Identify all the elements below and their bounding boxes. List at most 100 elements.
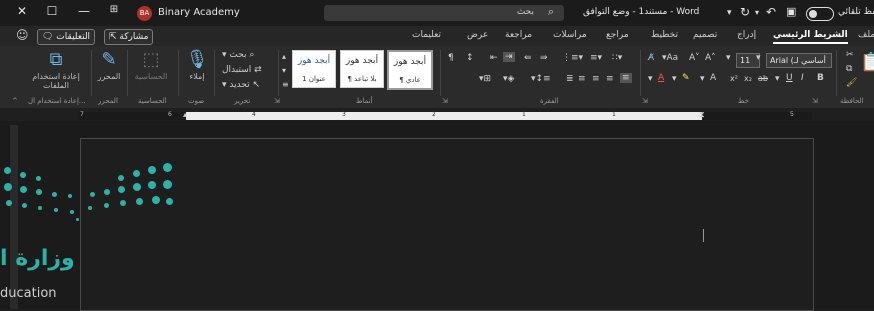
borders-icon[interactable]: ▾⊞ bbox=[479, 74, 491, 84]
multilevel-list-icon[interactable]: ⋮≡▾ bbox=[562, 53, 583, 63]
strikethrough-icon[interactable]: ab bbox=[758, 74, 768, 83]
document-title: مستند1 - وضع التوافق - Word bbox=[583, 7, 700, 17]
styles-more-icon[interactable]: ≡ bbox=[282, 80, 289, 89]
text-effects-icon[interactable]: A bbox=[710, 73, 716, 83]
find-button[interactable]: ▾ بحث ⌕ bbox=[222, 50, 254, 60]
font-name-field[interactable]: Arial (أساسي لـ bbox=[766, 53, 832, 68]
align-left-icon[interactable]: ≡ bbox=[578, 74, 586, 84]
italic-icon[interactable]: I bbox=[801, 73, 804, 83]
horizontal-ruler[interactable]: 4 3 2 1 1 bbox=[186, 111, 702, 120]
collapse-ribbon-icon[interactable]: ^ bbox=[12, 97, 18, 105]
logo-dot bbox=[118, 186, 125, 193]
line-spacing-icon[interactable]: ▾↕≡ bbox=[531, 74, 551, 84]
ruler-number: 3 bbox=[342, 111, 346, 118]
tab-insert[interactable]: إدراج bbox=[737, 30, 756, 40]
tab-design[interactable]: تصميم bbox=[693, 30, 717, 40]
share-button[interactable]: ⇱ مشاركة bbox=[104, 29, 154, 45]
format-painter-icon[interactable]: 🖌 bbox=[846, 78, 857, 88]
sensitivity-button[interactable]: ⬚ الحساسية bbox=[130, 50, 172, 82]
reuse-files-button[interactable]: ⧉ إعادة استخدام الملفات bbox=[28, 50, 84, 91]
shading-icon[interactable]: ▾◈ bbox=[503, 74, 514, 84]
reuse-files-label: إعادة استخدام الملفات bbox=[32, 72, 80, 90]
increase-indent-icon[interactable]: ⇛ bbox=[540, 53, 548, 63]
cut-icon[interactable]: ✂ bbox=[846, 50, 854, 60]
tab-review[interactable]: مراجعة bbox=[505, 30, 532, 40]
search-box[interactable]: بحث ⌕ bbox=[324, 5, 564, 21]
underline-icon[interactable]: U bbox=[786, 73, 793, 83]
dictate-button[interactable]: 🎙 إملاء bbox=[184, 50, 210, 82]
bullets-icon[interactable]: ∷▾ bbox=[612, 53, 622, 63]
undo-icon[interactable]: ↶ bbox=[766, 5, 776, 19]
shrink-font-icon[interactable]: A˅ bbox=[689, 53, 700, 63]
autosave-label: حفظ تلقائي bbox=[838, 7, 874, 17]
tab-home[interactable]: الشريط الرئيسي bbox=[773, 30, 848, 44]
logo-dot bbox=[148, 181, 156, 189]
avatar[interactable]: BA bbox=[137, 6, 152, 21]
ltr-icon[interactable]: ⇥ bbox=[503, 52, 515, 62]
font-color-icon[interactable]: A bbox=[658, 73, 664, 83]
font-launcher-icon[interactable]: ⇲ bbox=[642, 97, 648, 105]
superscript-icon[interactable]: x² bbox=[730, 74, 738, 83]
ribbon-display-icon[interactable]: ⊞ bbox=[104, 4, 124, 15]
group-divider bbox=[836, 50, 837, 96]
sort-icon[interactable]: ↕ bbox=[466, 53, 474, 63]
tab-help[interactable]: تعليمات bbox=[412, 30, 441, 40]
tab-view[interactable]: عرض bbox=[467, 30, 488, 40]
group-divider bbox=[127, 50, 128, 96]
paste-icon[interactable]: 📋 bbox=[860, 52, 874, 73]
close-icon[interactable]: ✕ bbox=[12, 4, 32, 18]
style-normal[interactable]: أبجد هوز ¶ عادي bbox=[387, 50, 433, 90]
comments-button[interactable]: 🗨 التعليقات bbox=[37, 29, 96, 45]
change-case-icon[interactable]: ▾Aa bbox=[662, 53, 678, 63]
grow-font-icon[interactable]: A˄ bbox=[705, 53, 716, 63]
tab-mailings[interactable]: مراسلات bbox=[553, 30, 587, 40]
tab-file[interactable]: ملف bbox=[858, 30, 874, 40]
undo-dropdown-icon[interactable]: ▾ bbox=[755, 8, 759, 17]
align-right-icon[interactable]: ≡ bbox=[606, 74, 614, 84]
styles-launcher-icon[interactable]: ⇲ bbox=[274, 97, 280, 105]
copy-icon[interactable]: ⧉ bbox=[846, 64, 852, 74]
align-distributed-icon[interactable]: ≡ bbox=[620, 73, 632, 83]
numbering-icon[interactable]: ≡▾ bbox=[590, 53, 602, 63]
bold-icon[interactable]: B bbox=[817, 73, 824, 83]
tab-layout[interactable]: تخطيط bbox=[651, 30, 678, 40]
group-divider bbox=[278, 50, 279, 96]
maximize-icon[interactable]: ☐ bbox=[42, 4, 62, 18]
style-heading1[interactable]: أبجد هوز عنوان 1 bbox=[292, 50, 336, 88]
feedback-icon[interactable]: ☺ bbox=[16, 28, 29, 42]
align-center-icon[interactable]: ≡ bbox=[592, 74, 600, 84]
text-effects-dropdown-icon[interactable]: ▾ bbox=[700, 74, 705, 84]
rtl-icon[interactable]: ⇤ bbox=[490, 53, 498, 63]
indent-marker-icon[interactable]: ▴ bbox=[183, 110, 187, 119]
clipboard-launcher-icon[interactable]: ⇲ bbox=[812, 97, 818, 105]
decrease-indent-icon[interactable]: ⇚ bbox=[524, 53, 532, 63]
select-button[interactable]: ▾ تحديد ↖ bbox=[222, 80, 260, 90]
editor-button[interactable]: ✎ المحرر bbox=[94, 49, 124, 82]
indent-marker-icon[interactable]: ⧗ bbox=[699, 110, 705, 120]
document-page[interactable] bbox=[80, 138, 814, 311]
styles-scroll-up-icon[interactable]: ▴ bbox=[282, 52, 286, 61]
font-name-dropdown-icon[interactable]: ▾ bbox=[756, 53, 761, 63]
style-no-spacing[interactable]: أبجد هوز ¶ بلا تباعد bbox=[340, 50, 384, 88]
show-marks-icon[interactable]: ¶ bbox=[448, 53, 454, 63]
replace-button[interactable]: استبدال ⇄ bbox=[222, 65, 262, 75]
customize-toolbar-icon[interactable]: ▾ bbox=[727, 8, 732, 18]
highlight-icon[interactable]: ✎ bbox=[682, 73, 690, 83]
clear-formatting-icon[interactable]: A̸ bbox=[648, 53, 654, 63]
minimize-icon[interactable]: — bbox=[74, 4, 94, 18]
font-size-dropdown-icon[interactable]: ▾ bbox=[726, 53, 731, 63]
redo-icon[interactable]: ↻ bbox=[740, 5, 750, 19]
tab-references[interactable]: مراجع bbox=[606, 30, 629, 40]
paragraph-launcher-icon[interactable]: ⇲ bbox=[442, 97, 448, 105]
font-color-dropdown-icon[interactable]: ▾ bbox=[648, 74, 653, 84]
logo-dot bbox=[68, 194, 72, 198]
underline-dropdown-icon[interactable]: ▾ bbox=[775, 74, 780, 84]
editor-icon: ✎ bbox=[101, 49, 117, 70]
align-justify-icon[interactable]: ≣ bbox=[566, 74, 574, 84]
logo-dot bbox=[4, 167, 11, 174]
autosave-toggle[interactable] bbox=[806, 7, 834, 21]
subscript-icon[interactable]: x₂ bbox=[744, 74, 752, 83]
highlight-dropdown-icon[interactable]: ▾ bbox=[672, 74, 677, 84]
styles-scroll-down-icon[interactable]: ▾ bbox=[282, 66, 286, 75]
save-icon[interactable]: ▣ bbox=[786, 5, 796, 18]
